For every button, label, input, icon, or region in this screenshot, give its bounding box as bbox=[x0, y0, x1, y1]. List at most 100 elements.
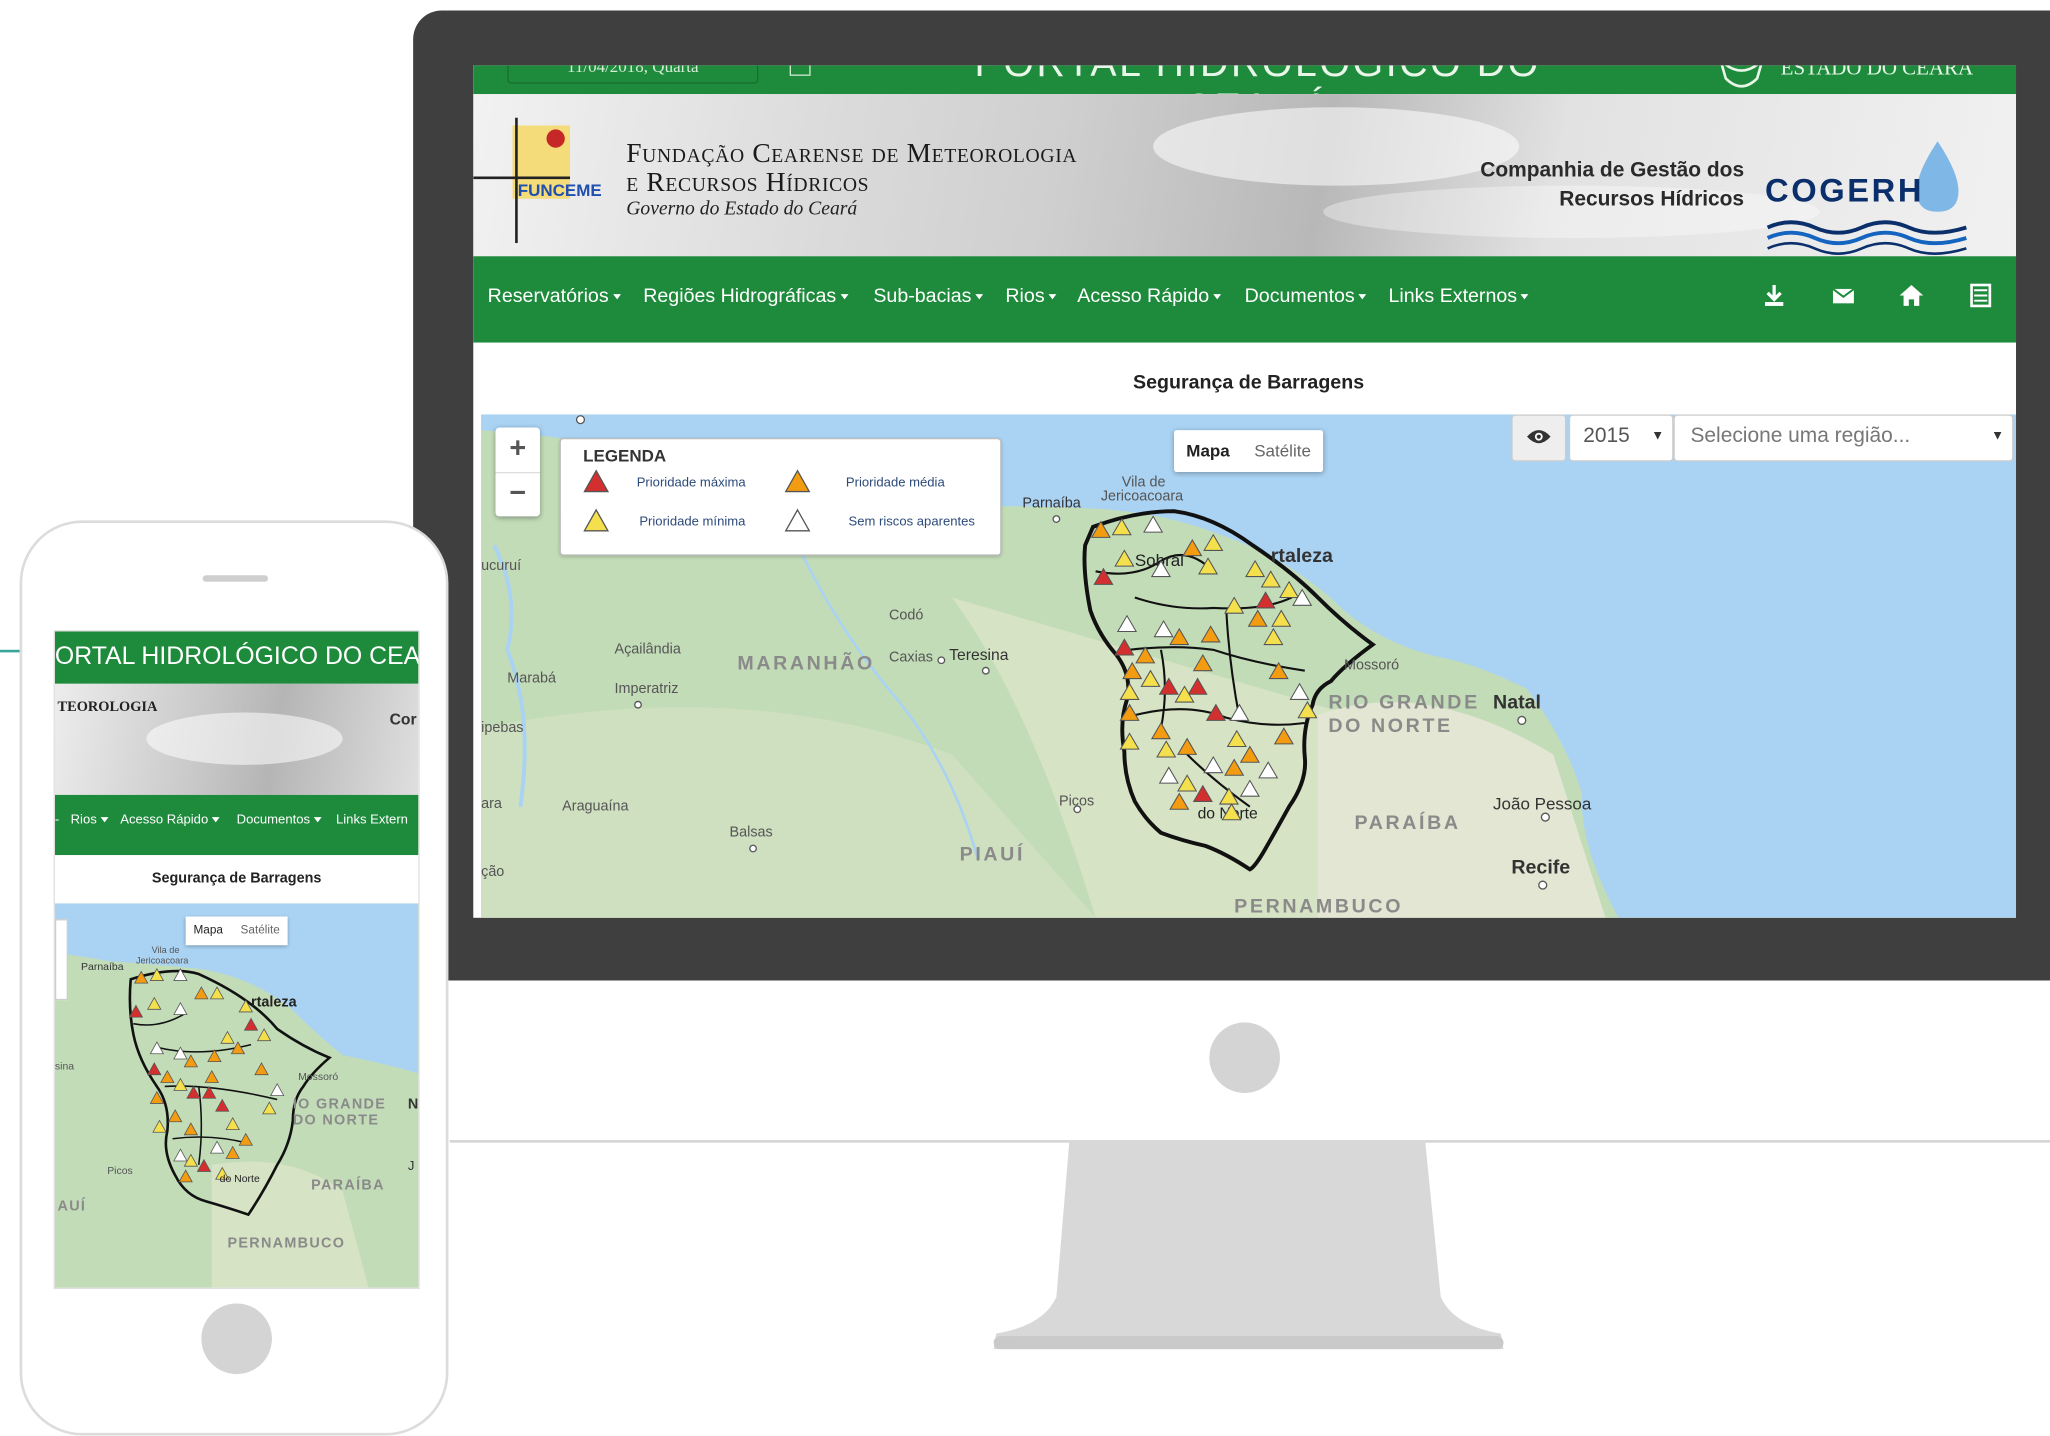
phone-label-rn-1: IO GRANDE bbox=[292, 1096, 387, 1113]
year-select[interactable]: 2015 ▼ bbox=[1568, 414, 1674, 462]
chevron-down-icon: ▼ bbox=[1651, 428, 1665, 444]
cogerh-name: Companhia de Gestão dos Recursos Hídrico… bbox=[1441, 157, 1744, 215]
nav-sub-bacias[interactable]: Sub-bacias bbox=[873, 285, 984, 307]
zoom-in-button[interactable]: + bbox=[495, 428, 540, 474]
mail-icon[interactable] bbox=[1830, 282, 1856, 308]
dam-marker bbox=[1158, 766, 1179, 784]
dam-marker bbox=[1205, 703, 1226, 721]
dam-marker bbox=[1271, 609, 1292, 627]
map-type-satellite-button[interactable]: Satélite bbox=[1242, 430, 1323, 472]
dam-marker bbox=[1203, 755, 1224, 774]
phone-label-picos: Picos bbox=[107, 1164, 133, 1177]
region-select[interactable]: Selecione uma região... ▼ bbox=[1673, 414, 2014, 462]
phone-nav-acesso-rapido[interactable]: Acesso Rápido bbox=[120, 813, 220, 828]
phone-map-type-satellite-button[interactable]: Satélite bbox=[241, 923, 280, 936]
caret-down-icon bbox=[212, 817, 220, 823]
calendar-icon[interactable] bbox=[789, 65, 811, 76]
map-type-map-button[interactable]: Mapa bbox=[1174, 430, 1242, 472]
main-navbar: Reservatórios Regiões Hidrográficas Sub-… bbox=[473, 256, 2017, 343]
zoom-out-button[interactable]: − bbox=[496, 472, 540, 516]
triangle-red-icon bbox=[583, 469, 610, 493]
nav-documentos[interactable]: Documentos bbox=[1245, 285, 1367, 307]
visibility-toggle-button[interactable] bbox=[1511, 414, 1567, 462]
phone-map-type-map-button[interactable]: Mapa bbox=[193, 923, 222, 936]
monitor-stand bbox=[993, 1140, 1504, 1350]
dam-marker bbox=[1279, 580, 1300, 599]
cogerh-name-line1: Companhia de Gestão dos bbox=[1480, 159, 1745, 182]
dam-marker bbox=[1263, 627, 1284, 646]
funceme-subtitle: Governo do Estado do Ceará bbox=[626, 198, 858, 220]
phone-label-juazeiro: do Norte bbox=[219, 1172, 260, 1185]
nav-reservatorios[interactable]: Reservatórios bbox=[488, 285, 621, 307]
phone-nav-rios[interactable]: Rios bbox=[71, 813, 109, 828]
dam-marker bbox=[1143, 515, 1164, 533]
caret-down-icon bbox=[840, 294, 848, 300]
state-label: ESTADO DO CEARÁ bbox=[1780, 65, 1974, 80]
phone-legend-collapsed[interactable] bbox=[54, 919, 68, 1001]
dam-marker bbox=[1090, 520, 1111, 538]
dam-marker bbox=[1182, 538, 1203, 557]
header-banner: FUNCEME Fundação Cearense de Meteorologi… bbox=[473, 94, 2017, 257]
caret-down-icon bbox=[1213, 294, 1221, 300]
phone-map-type-control: Mapa Satélite bbox=[185, 916, 288, 946]
dam-marker bbox=[1119, 682, 1140, 700]
cogerh-logo-text: COGERH bbox=[1765, 171, 1924, 208]
dam-marker bbox=[1297, 701, 1318, 719]
triangle-yellow-icon bbox=[583, 508, 610, 532]
cogerh-logo: COGERH bbox=[1765, 141, 1967, 255]
nav-rios[interactable]: Rios bbox=[1005, 285, 1057, 307]
nav-acesso-rapido[interactable]: Acesso Rápido bbox=[1077, 285, 1221, 307]
caret-down-icon bbox=[1048, 294, 1057, 300]
phone-label-n: N bbox=[407, 1096, 419, 1113]
funceme-title-line2: e Recursos Hídricos bbox=[626, 166, 870, 198]
dam-marker bbox=[1239, 745, 1260, 763]
dam-marker bbox=[1119, 703, 1140, 721]
dam-marker bbox=[1150, 721, 1172, 740]
dam-marker bbox=[1135, 646, 1156, 664]
dam-marker bbox=[1226, 729, 1247, 748]
phone-banner-water bbox=[146, 712, 343, 765]
legend-label-med: Prioridade média bbox=[845, 475, 945, 491]
caret-down-icon bbox=[1358, 294, 1367, 300]
dam-marker bbox=[1203, 533, 1224, 551]
map-legend: LEGENDA Prioridade máxima Prioridade méd… bbox=[559, 437, 1002, 556]
phone-speaker bbox=[202, 575, 269, 582]
phone-nav-documentos[interactable]: Documentos bbox=[237, 813, 322, 828]
dam-marker bbox=[1221, 803, 1242, 821]
dam-marker bbox=[1150, 559, 1172, 578]
dam-marker bbox=[1114, 638, 1135, 656]
dam-marker bbox=[1111, 517, 1132, 536]
dam-marker bbox=[1158, 677, 1179, 695]
nav-links-externos[interactable]: Links Externos bbox=[1388, 285, 1529, 307]
dam-marker bbox=[1169, 792, 1190, 810]
portal-title: PORTAL HIDROLÓGICO DO CEARÁ bbox=[944, 65, 1572, 94]
dam-marker bbox=[1289, 682, 1310, 700]
nav-regioes-hidrograficas[interactable]: Regiões Hidrográficas bbox=[643, 285, 848, 307]
dam-marker bbox=[1153, 619, 1174, 638]
phone-portal-title: ORTAL HIDROLÓGICO DO CEAR bbox=[54, 631, 418, 684]
dam-marker bbox=[1247, 609, 1268, 627]
dam-marker bbox=[1156, 740, 1177, 758]
dam-marker bbox=[1114, 549, 1135, 567]
dam-safety-map[interactable]: ucuruí ipebas ara ção Marabá Açailândia … bbox=[481, 414, 2017, 918]
dam-marker bbox=[1122, 661, 1143, 680]
dam-marker bbox=[1229, 703, 1250, 721]
download-icon[interactable] bbox=[1761, 282, 1787, 308]
legend-label-none: Sem riscos aparentes bbox=[848, 515, 975, 530]
monitor-logo-button bbox=[1209, 1022, 1280, 1093]
list-icon[interactable] bbox=[1968, 282, 1994, 308]
caret-down-icon bbox=[975, 294, 984, 300]
cogerh-name-line2: Recursos Hídricos bbox=[1559, 188, 1745, 211]
dam-marker bbox=[1192, 784, 1213, 802]
phone-home-button bbox=[201, 1303, 272, 1375]
legend-label-min: Prioridade mínima bbox=[639, 515, 746, 530]
legend-title: LEGENDA bbox=[583, 445, 667, 466]
phone-banner-text-right: Cor bbox=[389, 709, 417, 729]
funceme-logo: FUNCEME bbox=[473, 117, 602, 244]
desktop-screen: 11/04/2018, Quarta PORTAL HIDROLÓGICO DO… bbox=[473, 65, 2017, 918]
dam-marker bbox=[1093, 567, 1114, 585]
home-icon[interactable] bbox=[1898, 282, 1924, 308]
phone-nav-links-externos[interactable]: Links Extern bbox=[336, 813, 408, 827]
phone-map[interactable]: Mapa Satélite Parnaíba Vila de Jericoaco… bbox=[54, 903, 419, 1288]
year-select-value: 2015 bbox=[1583, 424, 1630, 448]
